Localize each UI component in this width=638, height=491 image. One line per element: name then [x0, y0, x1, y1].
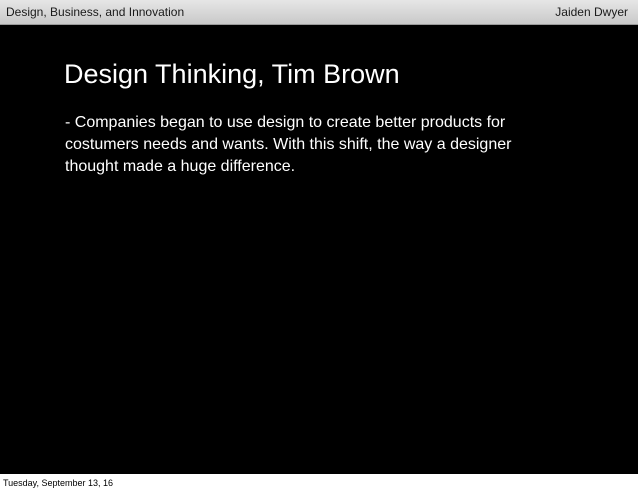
- slide-body-text: - Companies began to use design to creat…: [65, 114, 512, 175]
- presentation-title: Design, Business, and Innovation: [6, 5, 185, 19]
- slide-header-bar: Design, Business, and Innovation Jaiden …: [0, 0, 638, 25]
- presenter-name: Jaiden Dwyer: [555, 5, 628, 19]
- slide-canvas: Design Thinking, Tim Brown - Companies b…: [0, 25, 638, 474]
- slide-title: Design Thinking, Tim Brown: [64, 59, 400, 89]
- slide-footer-date: Tuesday, September 13, 16: [3, 478, 114, 488]
